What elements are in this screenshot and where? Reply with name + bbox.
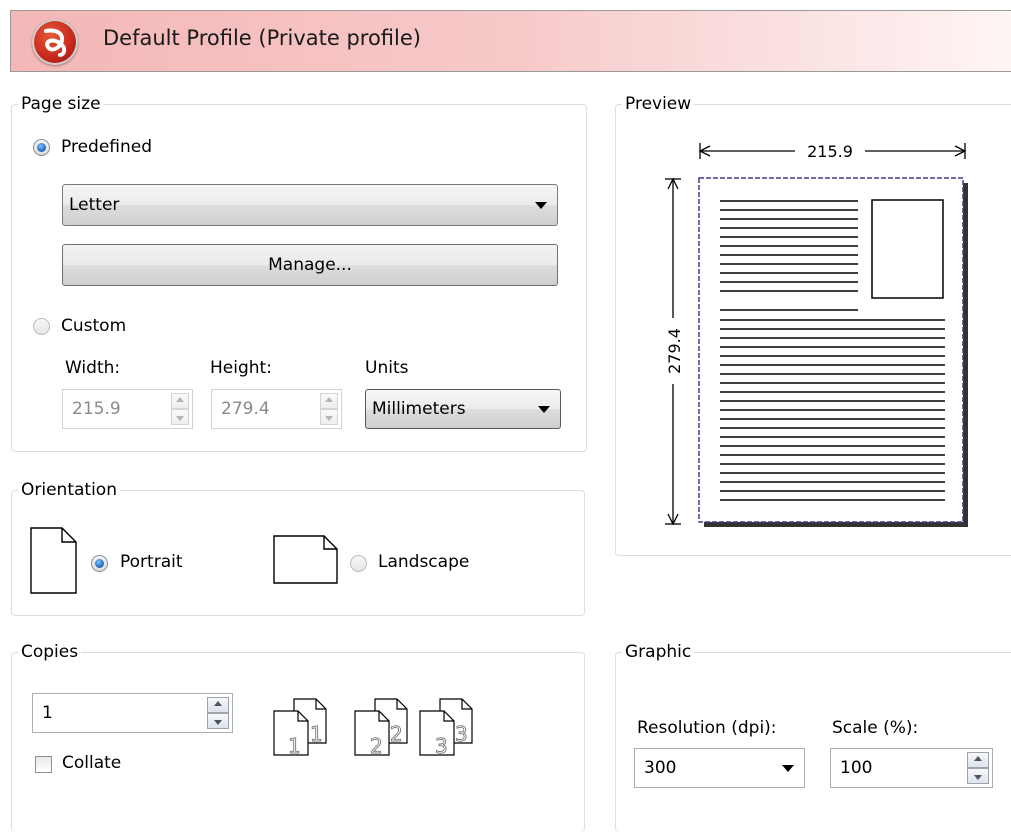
paper-size-value: Letter (69, 195, 120, 215)
height-stepper[interactable]: 279.4 (211, 389, 342, 429)
paper-size-select[interactable]: Letter (62, 184, 558, 226)
chevron-down-icon (782, 765, 794, 772)
custom-radio[interactable] (33, 318, 50, 335)
manage-button[interactable]: Manage... (62, 244, 558, 286)
landscape-radio[interactable] (350, 555, 367, 572)
preview-height-dimension: 279.4 (665, 328, 684, 374)
arrow-up-icon (974, 756, 982, 761)
chevron-down-icon (538, 406, 550, 413)
copies-legend: Copies (18, 642, 82, 662)
scale-stepper[interactable]: 100 (830, 748, 993, 788)
preview-legend: Preview (622, 94, 695, 114)
page-size-legend: Page size (18, 94, 104, 114)
arrow-up-icon (325, 397, 333, 402)
arrow-down-icon (176, 416, 184, 421)
resolution-label: Resolution (dpi): (637, 718, 777, 738)
graphic-group: Graphic (615, 642, 1011, 832)
portrait-radio[interactable] (91, 555, 108, 572)
width-label: Width: (65, 358, 121, 378)
width-increment-button[interactable] (171, 393, 189, 409)
width-value: 215.9 (72, 399, 121, 419)
custom-label[interactable]: Custom (61, 316, 126, 336)
height-label: Height: (210, 358, 272, 378)
units-value: Millimeters (372, 399, 466, 419)
collate-number: 1 (288, 734, 301, 757)
scale-decrement-button[interactable] (967, 768, 989, 784)
text-lines-bottom (720, 319, 945, 501)
graphic-legend: Graphic (622, 642, 695, 662)
landscape-label[interactable]: Landscape (378, 552, 469, 572)
copies-increment-button[interactable] (207, 697, 229, 713)
predefined-radio[interactable] (33, 139, 50, 156)
collate-checkbox[interactable] (35, 756, 52, 773)
arrow-up-icon (176, 397, 184, 402)
units-label: Units (365, 358, 409, 378)
arrow-down-icon (214, 720, 222, 725)
copies-stepper[interactable]: 1 (32, 693, 233, 733)
collate-number: 3 (455, 722, 468, 746)
portrait-label[interactable]: Portrait (120, 552, 183, 572)
collate-label[interactable]: Collate (62, 753, 121, 773)
orientation-legend: Orientation (18, 480, 120, 500)
landscape-page-icon (273, 535, 338, 584)
copies-decrement-button[interactable] (207, 713, 229, 729)
scale-label: Scale (%): (832, 718, 919, 738)
height-increment-button[interactable] (320, 393, 338, 409)
collate-number: 3 (435, 734, 448, 757)
collate-number: 1 (310, 722, 323, 746)
arrow-down-icon (974, 775, 982, 780)
logo-glyph (44, 28, 67, 57)
manage-button-label: Manage... (268, 255, 352, 275)
page-preview-graphic: 215.9 279.4 (664, 141, 968, 527)
app-logo-icon (32, 19, 78, 65)
scale-value: 100 (840, 758, 873, 778)
arrow-up-icon (214, 701, 222, 706)
resolution-select[interactable]: 300 (634, 748, 805, 788)
profile-header: Default Profile (Private profile) (10, 10, 1011, 72)
height-value: 279.4 (221, 399, 270, 419)
collate-number: 2 (390, 722, 403, 746)
width-decrement-button[interactable] (171, 409, 189, 425)
resolution-value: 300 (644, 758, 677, 778)
collate-pages-icon: 1 1 2 2 3 3 (273, 698, 473, 757)
predefined-label[interactable]: Predefined (61, 137, 152, 157)
width-stepper[interactable]: 215.9 (62, 389, 193, 429)
collate-number: 2 (370, 734, 383, 757)
chevron-down-icon (535, 202, 547, 209)
portrait-page-icon (30, 527, 77, 594)
height-decrement-button[interactable] (320, 409, 338, 425)
preview-width-dimension: 215.9 (807, 142, 853, 161)
profile-title: Default Profile (Private profile) (103, 26, 421, 50)
arrow-down-icon (325, 416, 333, 421)
copies-value: 1 (42, 703, 53, 723)
scale-increment-button[interactable] (967, 752, 989, 768)
units-select[interactable]: Millimeters (365, 389, 561, 429)
